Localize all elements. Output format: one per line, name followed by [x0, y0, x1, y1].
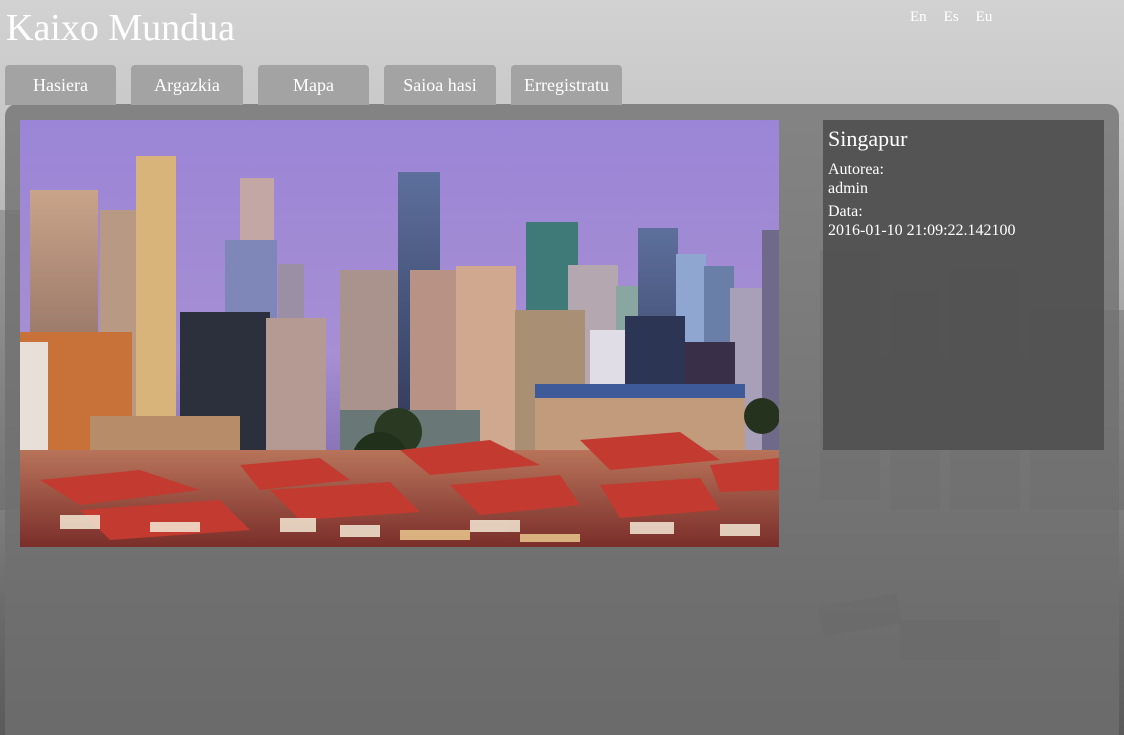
tab-hasiera[interactable]: Hasiera: [5, 65, 116, 105]
photo-info-box: Singapur Autorea: admin Data: 2016-01-10…: [823, 120, 1104, 450]
city-photo: [20, 120, 779, 547]
author-value: admin: [828, 180, 868, 197]
tab-mapa[interactable]: Mapa: [258, 65, 369, 105]
date-label: Data:: [828, 203, 863, 220]
tab-saioa-hasi[interactable]: Saioa hasi: [384, 65, 496, 105]
language-link-es[interactable]: Es: [944, 9, 959, 25]
tab-erregistratu[interactable]: Erregistratu: [511, 65, 622, 105]
site-title: Kaixo Mundua: [6, 7, 236, 49]
tab-argazkia[interactable]: Argazkia: [131, 65, 243, 105]
language-link-en[interactable]: En: [910, 9, 927, 25]
language-link-eu[interactable]: Eu: [976, 9, 993, 25]
photo-title: Singapur: [828, 126, 908, 151]
date-value: 2016-01-10 21:09:22.142100: [828, 222, 1016, 239]
author-label: Autorea:: [828, 161, 884, 178]
language-switcher: En Es Eu: [910, 8, 1005, 26]
